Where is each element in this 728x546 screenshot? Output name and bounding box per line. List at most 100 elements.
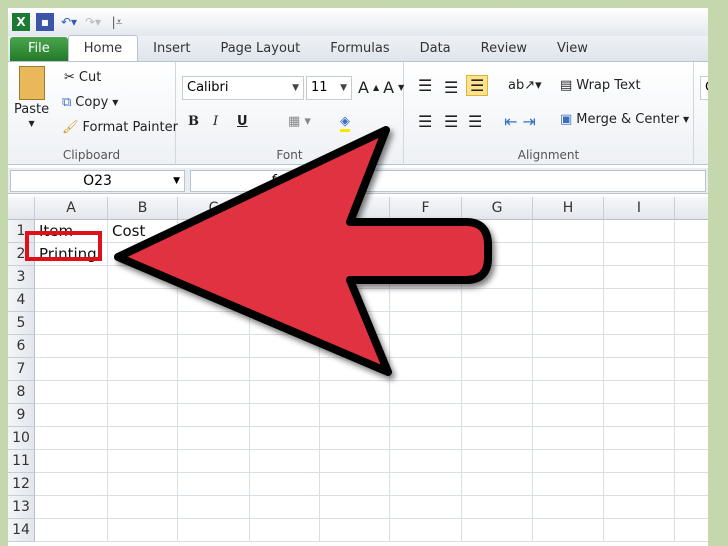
cell-J9[interactable] [675,404,708,427]
cell-J4[interactable] [675,289,708,312]
copy-button[interactable]: ⧉ Copy ▼ [62,95,118,110]
cell-C2[interactable] [178,243,250,266]
grow-font-button[interactable]: A ▲ A ▼ [358,78,404,97]
cell-E11[interactable] [320,450,390,473]
cell-E4[interactable] [320,289,390,312]
cell-D12[interactable] [250,473,320,496]
row-header-8[interactable]: 8 [8,381,35,404]
cell-A11[interactable] [35,450,108,473]
cell-A10[interactable] [35,427,108,450]
format-painter-button[interactable]: 🖌 Format Painter [62,120,178,135]
cell-A9[interactable] [35,404,108,427]
cell-B11[interactable] [108,450,178,473]
cell-C12[interactable] [178,473,250,496]
cell-A8[interactable] [35,381,108,404]
tab-page-layout[interactable]: Page Layout [205,37,315,61]
cell-H14[interactable] [533,519,604,542]
row-header-3[interactable]: 3 [8,266,35,289]
cell-H11[interactable] [533,450,604,473]
cell-H10[interactable] [533,427,604,450]
cell-C5[interactable] [178,312,250,335]
cell-J6[interactable] [675,335,708,358]
cell-G12[interactable] [462,473,533,496]
cell-I5[interactable] [604,312,675,335]
merge-center-button[interactable]: ▣ Merge & Center ▼ [560,112,689,127]
tab-review[interactable]: Review [466,37,542,61]
cell-F14[interactable] [390,519,462,542]
cell-A13[interactable] [35,496,108,519]
customize-icon[interactable]: |⩡ [108,13,126,31]
cell-F3[interactable] [390,266,462,289]
cell-H13[interactable] [533,496,604,519]
cell-F7[interactable] [390,358,462,381]
cell-A14[interactable] [35,519,108,542]
cell-I7[interactable] [604,358,675,381]
cell-B13[interactable] [108,496,178,519]
tab-file[interactable]: File [10,37,68,61]
column-header-F[interactable]: F [390,197,462,220]
cell-C10[interactable] [178,427,250,450]
cell-J1[interactable] [675,220,708,243]
cell-I1[interactable] [604,220,675,243]
column-header-G[interactable]: G [462,197,533,220]
font-name-select[interactable]: Calibri ▼ [182,76,304,100]
tab-data[interactable]: Data [405,37,466,61]
orientation-icon[interactable]: ab↗▾ [508,78,542,93]
bold-button[interactable]: B [188,114,199,129]
cell-F4[interactable] [390,289,462,312]
cell-C9[interactable] [178,404,250,427]
cell-J11[interactable] [675,450,708,473]
cell-B1[interactable]: Cost [108,220,178,243]
cell-H4[interactable] [533,289,604,312]
cell-F6[interactable] [390,335,462,358]
column-header-J[interactable]: J [675,197,708,220]
cell-D5[interactable] [250,312,320,335]
cell-B2[interactable] [108,243,178,266]
row-header-12[interactable]: 12 [8,473,35,496]
cell-F5[interactable] [390,312,462,335]
cell-F13[interactable] [390,496,462,519]
cell-J7[interactable] [675,358,708,381]
cell-I2[interactable] [604,243,675,266]
cell-J13[interactable] [675,496,708,519]
cell-I4[interactable] [604,289,675,312]
cell-E10[interactable] [320,427,390,450]
cell-B6[interactable] [108,335,178,358]
cell-C7[interactable] [178,358,250,381]
row-header-14[interactable]: 14 [8,519,35,542]
cell-E2[interactable] [320,243,390,266]
cell-A3[interactable] [35,266,108,289]
cell-G1[interactable] [462,220,533,243]
cell-D2[interactable] [250,243,320,266]
tab-insert[interactable]: Insert [138,37,205,61]
cell-C13[interactable] [178,496,250,519]
cell-I3[interactable] [604,266,675,289]
cell-E14[interactable] [320,519,390,542]
cell-H1[interactable] [533,220,604,243]
indent-icons[interactable]: ⇤ ⇥ [504,112,536,131]
cell-D6[interactable] [250,335,320,358]
cell-B10[interactable] [108,427,178,450]
cell-I14[interactable] [604,519,675,542]
cell-G13[interactable] [462,496,533,519]
align-middle-icon[interactable]: ☰ [444,78,458,97]
cell-F11[interactable] [390,450,462,473]
cell-B8[interactable] [108,381,178,404]
cell-C14[interactable] [178,519,250,542]
cell-E6[interactable] [320,335,390,358]
name-box[interactable]: O23 ▼ [10,170,185,192]
cell-E9[interactable] [320,404,390,427]
tab-view[interactable]: View [542,37,603,61]
redo-icon[interactable]: ↷▾ [84,13,102,31]
column-header-B[interactable]: B [108,197,178,220]
cell-B7[interactable] [108,358,178,381]
cell-C6[interactable] [178,335,250,358]
cell-A5[interactable] [35,312,108,335]
cell-C4[interactable] [178,289,250,312]
cell-J14[interactable] [675,519,708,542]
cell-C8[interactable] [178,381,250,404]
cell-F12[interactable] [390,473,462,496]
cell-J8[interactable] [675,381,708,404]
cell-C11[interactable] [178,450,250,473]
cell-J5[interactable] [675,312,708,335]
